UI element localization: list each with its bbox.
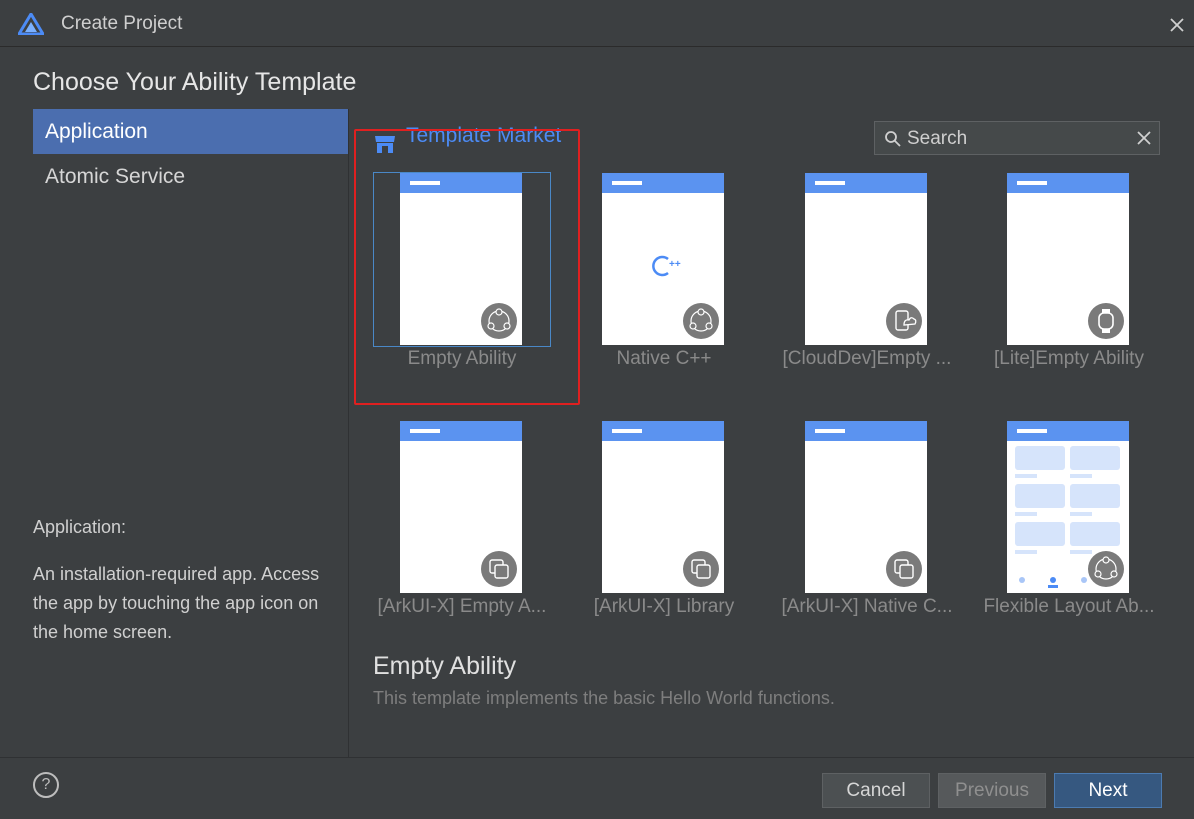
preview-tile bbox=[1070, 522, 1120, 546]
share-nodes-icon bbox=[683, 303, 719, 339]
template-preview: ++ bbox=[602, 173, 724, 345]
cloud-device-icon bbox=[886, 303, 922, 339]
template-card-arkui-x-native[interactable]: [ArkUI-X] Native C... bbox=[778, 420, 956, 650]
template-card-lite-empty[interactable]: [Lite]Empty Ability bbox=[980, 172, 1158, 402]
template-card-clouddev-empty[interactable]: [CloudDev]Empty ... bbox=[778, 172, 956, 402]
page-heading: Choose Your Ability Template bbox=[33, 68, 357, 96]
preview-tile bbox=[1015, 484, 1065, 508]
preview-title-bar bbox=[400, 173, 522, 193]
template-label: [ArkUI-X] Empty A... bbox=[377, 596, 547, 617]
template-card-empty-ability[interactable]: Empty Ability bbox=[373, 172, 551, 402]
template-preview bbox=[1007, 173, 1129, 345]
store-icon bbox=[375, 136, 395, 153]
preview-title-bar bbox=[805, 421, 927, 441]
cpp-logo-icon: ++ bbox=[652, 255, 681, 277]
preview-tile bbox=[1015, 522, 1065, 546]
sidebar-item-atomic-service[interactable]: Atomic Service bbox=[33, 154, 348, 199]
template-preview bbox=[805, 421, 927, 593]
template-preview bbox=[400, 173, 522, 345]
sidebar-item-application[interactable]: Application bbox=[33, 109, 348, 154]
multi-device-icon bbox=[886, 551, 922, 587]
preview-caption bbox=[1070, 474, 1092, 478]
previous-button[interactable]: Previous bbox=[938, 773, 1046, 808]
clear-search-icon[interactable] bbox=[1135, 129, 1153, 147]
category-description-title: Application: bbox=[33, 517, 127, 537]
next-button[interactable]: Next bbox=[1054, 773, 1162, 808]
preview-caption bbox=[1015, 474, 1037, 478]
template-preview bbox=[805, 173, 927, 345]
preview-title-bar bbox=[602, 173, 724, 193]
cancel-button[interactable]: Cancel bbox=[822, 773, 930, 808]
window-title: Create Project bbox=[61, 13, 183, 34]
preview-tile bbox=[1015, 446, 1065, 470]
preview-tile bbox=[1070, 446, 1120, 470]
category-sidebar: Application Atomic Service bbox=[33, 109, 348, 199]
share-nodes-icon bbox=[1088, 551, 1124, 587]
template-label: [CloudDev]Empty ... bbox=[782, 348, 952, 369]
category-description-body: An installation-required app. Access the… bbox=[33, 564, 320, 642]
watch-icon bbox=[1088, 303, 1124, 339]
close-icon[interactable] bbox=[1166, 14, 1188, 36]
title-bar: Create Project bbox=[0, 0, 1194, 47]
preview-title-bar bbox=[602, 421, 724, 441]
preview-caption bbox=[1015, 512, 1037, 516]
template-label: Flexible Layout Ab... bbox=[983, 596, 1155, 617]
template-detail-title: Empty Ability bbox=[373, 652, 517, 680]
svg-text:++: ++ bbox=[669, 259, 681, 270]
preview-caption bbox=[1070, 512, 1092, 516]
search-input[interactable] bbox=[905, 122, 1129, 156]
template-card-flexible-layout[interactable]: Flexible Layout Ab... bbox=[980, 420, 1158, 650]
template-label: [Lite]Empty Ability bbox=[994, 348, 1144, 369]
template-card-arkui-x-empty[interactable]: [ArkUI-X] Empty A... bbox=[373, 420, 551, 650]
preview-tile bbox=[1070, 484, 1120, 508]
help-button[interactable]: ? bbox=[33, 772, 59, 798]
template-label: Empty Ability bbox=[407, 348, 517, 369]
template-market-label: Template Market bbox=[406, 124, 562, 147]
preview-caption bbox=[1015, 550, 1037, 554]
preview-title-bar bbox=[400, 421, 522, 441]
template-preview bbox=[400, 421, 522, 593]
multi-device-icon bbox=[481, 551, 517, 587]
share-nodes-icon bbox=[481, 303, 517, 339]
vertical-divider bbox=[348, 109, 349, 757]
template-preview bbox=[1007, 421, 1129, 593]
template-detail-description: This template implements the basic Hello… bbox=[373, 688, 835, 708]
search-icon bbox=[885, 131, 901, 147]
template-label: [ArkUI-X] Native C... bbox=[781, 596, 953, 617]
preview-title-bar bbox=[1007, 173, 1129, 193]
preview-title-bar bbox=[1007, 421, 1129, 441]
app-logo-icon bbox=[18, 13, 44, 35]
template-preview bbox=[602, 421, 724, 593]
template-label: [ArkUI-X] Library bbox=[593, 596, 735, 617]
template-card-arkui-x-library[interactable]: [ArkUI-X] Library bbox=[575, 420, 753, 650]
preview-title-bar bbox=[805, 173, 927, 193]
template-card-native-cpp[interactable]: ++ Native C++ bbox=[575, 172, 753, 402]
template-label: Native C++ bbox=[616, 348, 712, 369]
horizontal-divider bbox=[0, 757, 1194, 758]
search-box bbox=[874, 121, 1160, 156]
multi-device-icon bbox=[683, 551, 719, 587]
